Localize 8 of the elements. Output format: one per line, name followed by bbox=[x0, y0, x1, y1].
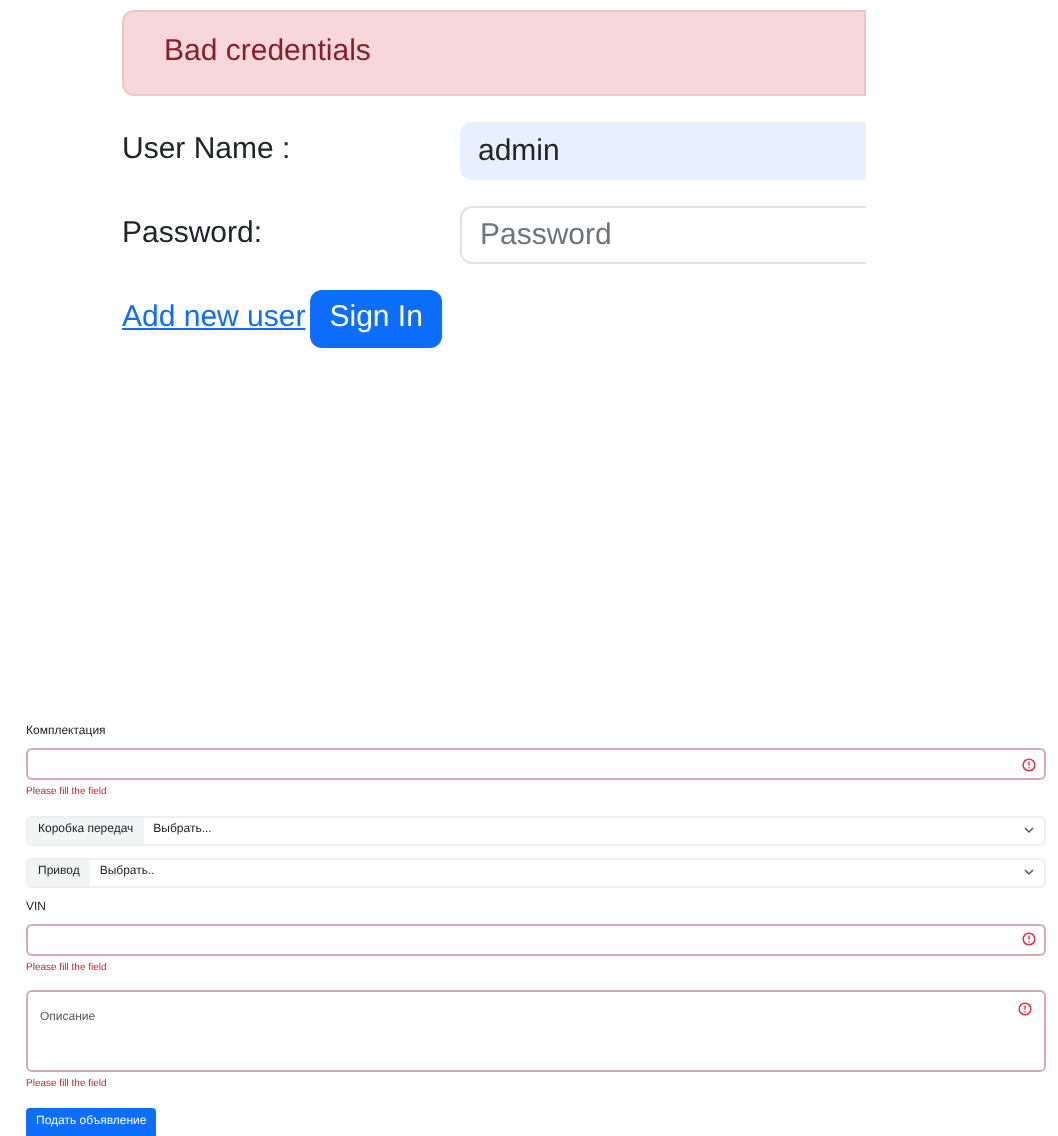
field-label: User Name : bbox=[122, 130, 293, 171]
input-field[interactable]: admin bbox=[460, 122, 866, 180]
alert: Bad credentials bbox=[122, 10, 866, 96]
input-field[interactable] bbox=[26, 748, 1046, 780]
input-field[interactable] bbox=[26, 923, 1046, 955]
sign-in-button[interactable]: Sign In bbox=[309, 290, 443, 348]
field-label: Password: bbox=[122, 214, 265, 255]
add-user-link[interactable]: Add new user bbox=[122, 296, 306, 342]
